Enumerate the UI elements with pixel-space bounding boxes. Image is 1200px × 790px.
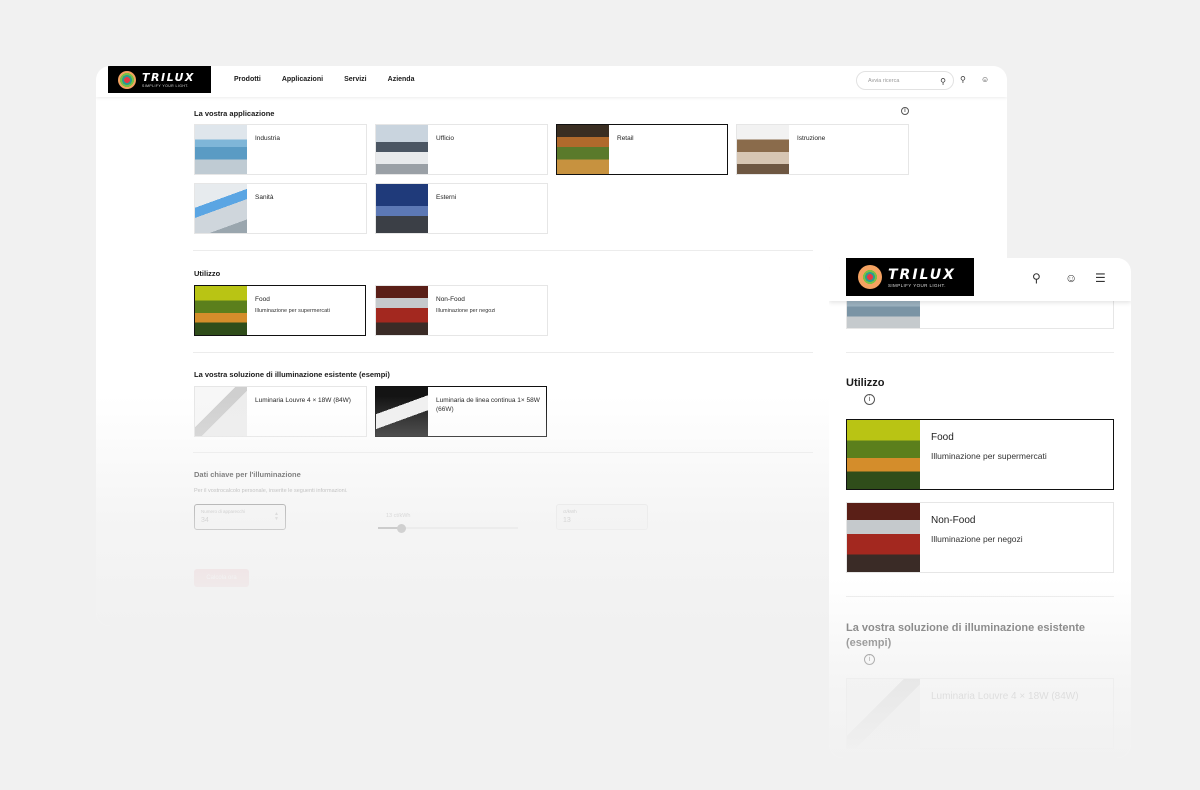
desktop-header: TRILUX SIMPLIFY YOUR LIGHT. Prodotti App… <box>96 66 1007 97</box>
card-label: Luminaria de linea continua 1× 58W (66W) <box>436 397 540 413</box>
card-label: Luminaria Louvre 4 × 18W (84W) <box>255 397 351 404</box>
price-slider-handle[interactable] <box>397 524 406 533</box>
ufficio-image <box>376 125 428 174</box>
nav-item-applicazioni[interactable]: Applicazioni <box>282 76 323 83</box>
search-placeholder: Avvia ricerca <box>868 78 900 84</box>
card-label: Luminaria Louvre 4 × 18W (84W) <box>931 691 1079 702</box>
logo-mark-icon <box>858 265 882 289</box>
search-icon[interactable]: ⚲ <box>1032 271 1041 285</box>
solution-card-louvre[interactable]: Luminaria Louvre 4 × 18W (84W) <box>846 678 1114 749</box>
retail-image <box>557 125 609 174</box>
field-label: ct/kWh <box>563 509 577 514</box>
section-divider <box>846 352 1114 353</box>
slider-value-label: 13 ct/kWh <box>386 513 411 519</box>
esterni-image <box>376 184 428 233</box>
card-label: Non-Food <box>931 515 976 526</box>
card-label: Retail <box>617 135 634 142</box>
field-value: 13 <box>563 517 571 524</box>
ctkwh-field[interactable]: ct/kWh 13 <box>556 504 648 530</box>
stepper-arrows-icon[interactable]: ▲ ▼ <box>274 512 279 522</box>
card-label: Sanità <box>255 194 274 201</box>
section-title-dati: Dati chiave per l'illuminazione <box>194 470 301 479</box>
logo-mark-icon <box>118 70 136 89</box>
card-sublabel: Illuminazione per negozi <box>436 308 496 314</box>
card-label: Istruzione <box>797 135 826 142</box>
use-card-nonfood[interactable]: Non-Food Illuminazione per negozi <box>846 502 1114 573</box>
use-card-nonfood[interactable]: Non-Food Illuminazione per negozi <box>375 285 548 336</box>
app-card-esterni[interactable]: Esterni <box>375 183 548 234</box>
card-sublabel: Illuminazione per supermercati <box>255 308 330 314</box>
card-label: Non-Food <box>436 296 465 303</box>
mobile-window: TRILUX SIMPLIFY YOUR LIGHT. ⚲ ☺ ☰ Utiliz… <box>829 258 1131 758</box>
trilux-logo[interactable]: TRILUX SIMPLIFY YOUR LIGHT. <box>846 258 974 296</box>
apparecchi-number-field[interactable]: Numero di apparecchi 34 ▲ ▼ <box>194 504 286 530</box>
app-card-ufficio[interactable]: Ufficio <box>375 124 548 175</box>
notification-icon[interactable]: ⚲ <box>960 75 966 84</box>
nonfood-image <box>847 503 920 572</box>
card-sublabel: Illuminazione per negozi <box>931 534 1023 544</box>
section-title-applicazione: La vostra applicazione <box>194 109 275 118</box>
card-label: Food <box>931 432 954 443</box>
card-label: Esterni <box>436 194 457 201</box>
app-card-istruzione[interactable]: Istruzione <box>736 124 909 175</box>
section-divider <box>846 596 1114 597</box>
food-image <box>195 286 247 335</box>
industria-image <box>195 125 247 174</box>
app-card-industria[interactable]: Industria <box>194 124 367 175</box>
main-nav: Prodotti Applicazioni Servizi Azienda <box>234 76 435 83</box>
section-title-soluzione: La vostra soluzione di illuminazione esi… <box>846 622 1085 649</box>
louvre-luminaire-image <box>847 679 920 748</box>
section-divider <box>193 250 813 251</box>
section-title-utilizzo: Utilizzo <box>846 377 885 389</box>
istruzione-image <box>737 125 789 174</box>
card-label: Ufficio <box>436 135 454 142</box>
solution-card-linea-continua[interactable]: Luminaria de linea continua 1× 58W (66W) <box>375 386 547 437</box>
linear-luminaire-image <box>376 387 428 436</box>
trilux-logo[interactable]: TRILUX SIMPLIFY YOUR LIGHT. <box>108 66 211 93</box>
logo-tagline: SIMPLIFY YOUR LIGHT. <box>888 282 946 288</box>
use-card-food[interactable]: Food Illuminazione per supermercati <box>194 285 366 336</box>
nonfood-image <box>376 286 428 335</box>
info-icon[interactable]: i <box>901 107 909 115</box>
logo-brand: TRILUX <box>888 266 956 283</box>
hamburger-menu-icon[interactable]: ☰ <box>1095 271 1106 285</box>
calcola-button[interactable]: Calcola ora <box>194 569 249 587</box>
section-subtitle-dati: Per il vostrocalcolo personale, inserite… <box>194 488 348 494</box>
user-icon[interactable]: ☺ <box>1065 271 1077 285</box>
user-icon[interactable]: ☺ <box>981 75 989 84</box>
app-card-sanita[interactable]: Sanità <box>194 183 367 234</box>
search-icon[interactable]: ⚲ <box>940 77 946 86</box>
field-value: 34 <box>201 517 209 524</box>
sanita-image <box>195 184 247 233</box>
card-label: Industria <box>255 135 280 142</box>
card-label: Food <box>255 296 270 303</box>
food-image <box>847 420 920 489</box>
nav-item-azienda[interactable]: Azienda <box>388 76 415 83</box>
nav-item-prodotti[interactable]: Prodotti <box>234 76 261 83</box>
field-label: Numero di apparecchi <box>201 509 246 514</box>
section-title-utilizzo: Utilizzo <box>194 269 221 278</box>
search-input[interactable]: Avvia ricerca ⚲ <box>856 71 954 90</box>
section-divider <box>193 452 813 453</box>
info-icon[interactable]: i <box>864 394 875 405</box>
app-card-retail[interactable]: Retail <box>556 124 728 175</box>
logo-tagline: SIMPLIFY YOUR LIGHT. <box>142 84 189 88</box>
logo-brand: TRILUX <box>142 71 195 84</box>
louvre-luminaire-image <box>195 387 247 436</box>
use-card-food[interactable]: Food Illuminazione per supermercati <box>846 419 1114 490</box>
solution-card-louvre[interactable]: Luminaria Louvre 4 × 18W (84W) <box>194 386 367 437</box>
section-title-soluzione: La vostra soluzione di illuminazione esi… <box>194 370 390 379</box>
section-divider <box>193 352 813 353</box>
nav-item-servizi[interactable]: Servizi <box>344 76 367 83</box>
card-sublabel: Illuminazione per supermercati <box>931 451 1047 461</box>
mobile-header: TRILUX SIMPLIFY YOUR LIGHT. ⚲ ☺ ☰ <box>829 258 1131 301</box>
info-icon[interactable]: i <box>864 654 875 665</box>
